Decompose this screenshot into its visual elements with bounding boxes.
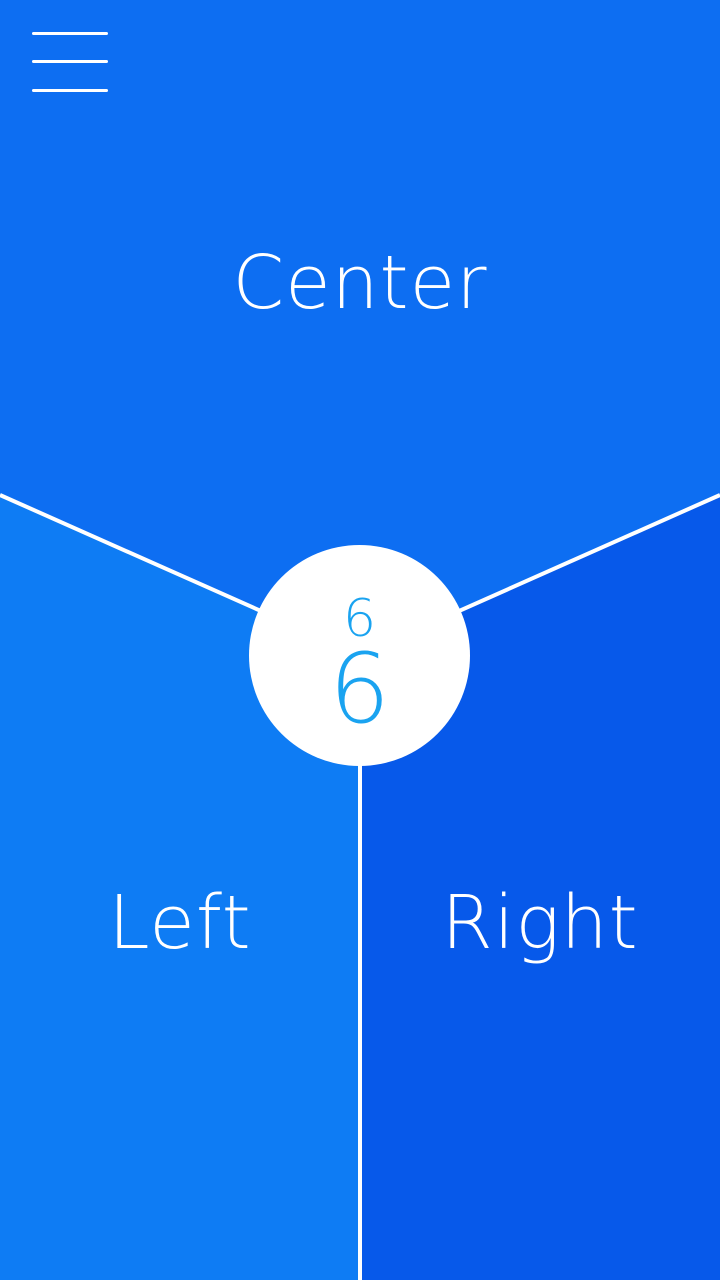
menu-bar-bottom: [32, 89, 108, 92]
score-circle: 6 6: [249, 545, 470, 766]
zone-left-label[interactable]: Left: [60, 880, 300, 966]
menu-button[interactable]: [30, 30, 110, 96]
score-large: 6: [328, 632, 391, 745]
menu-bar-middle: [32, 60, 108, 63]
zone-center-label[interactable]: Center: [160, 240, 560, 326]
menu-bar-top: [32, 32, 108, 35]
zone-right-label[interactable]: Right: [420, 880, 660, 966]
app-screen: Center Left Right 6 6: [0, 0, 720, 1280]
